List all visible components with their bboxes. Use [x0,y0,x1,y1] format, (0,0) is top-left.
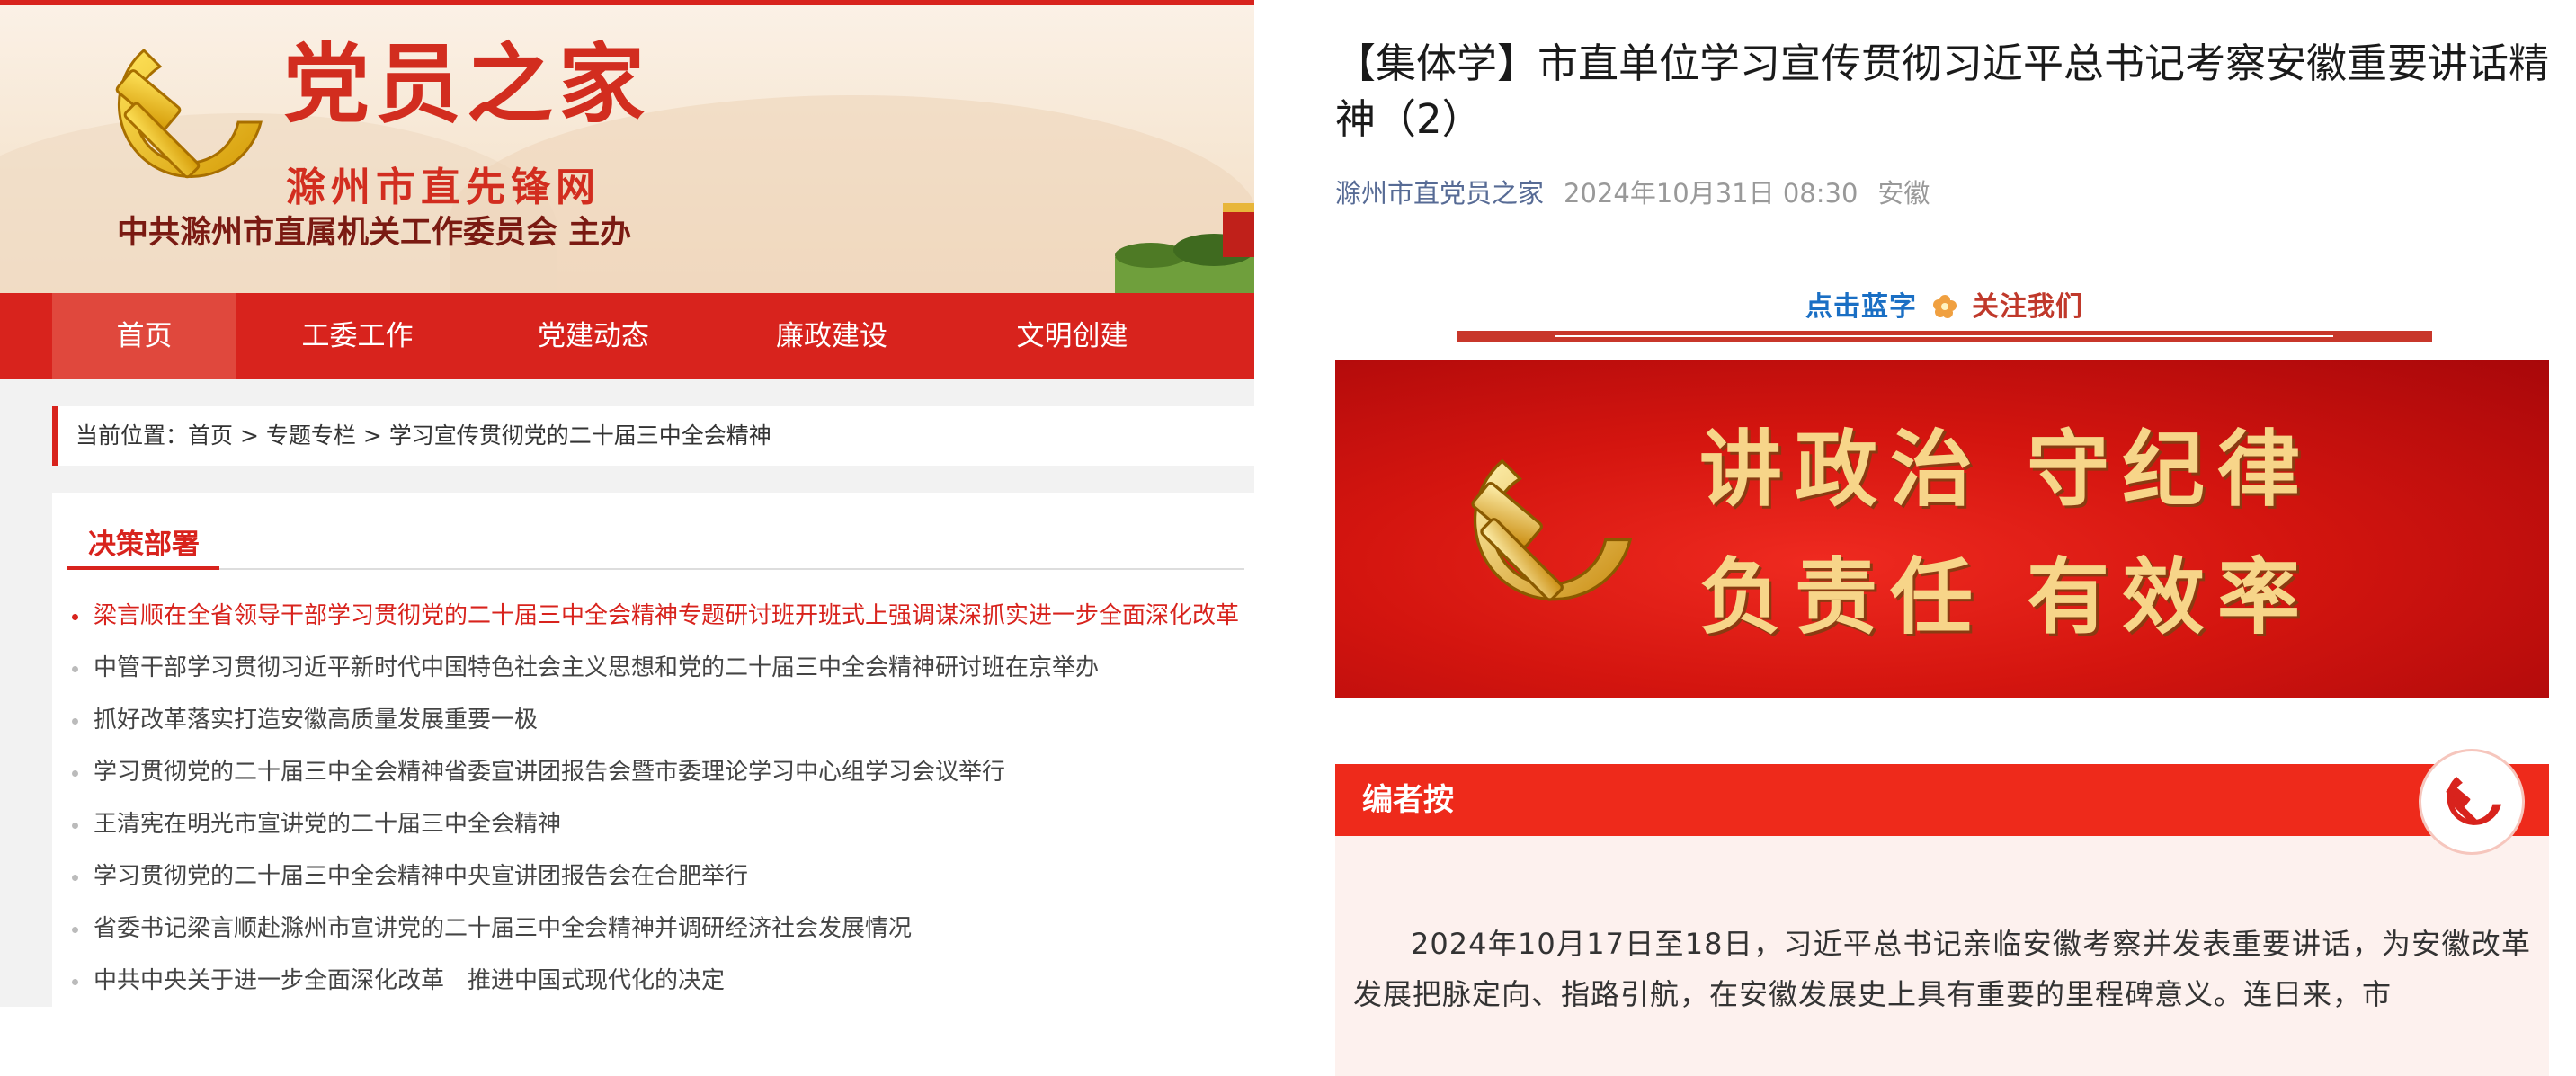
editor-emblem [2421,751,2522,852]
article-title: 【集体学】市直单位学习宣传贯彻习近平总书记考察安徽重要讲话精神（2） [1335,40,2550,143]
breadcrumb-prefix: 当前位置： [76,422,189,449]
hammer-sickle-icon [1471,458,1633,601]
list-item[interactable]: 中管干部学习贯彻习近平新时代中国特色社会主义思想和党的二十届三中全会精神研讨班在… [70,642,1239,694]
nav-item-party-news[interactable]: 党建动态 [504,293,683,379]
news-list-panel: 决策部署 梁言顺在全省领导干部学习贯彻党的二十届三中全会精神专题研讨班开班式上强… [52,493,1254,1007]
list-item[interactable]: 抓好改革落实打造安徽高质量发展重要一极 [70,694,1239,746]
news-list: 梁言顺在全省领导干部学习贯彻党的二十届三中全会精神专题研讨班开班式上强调谋深抓实… [70,590,1239,1007]
left-site-page: 党员之家 滁州市直先锋网 中共滁州市直属机关工作委员会 主办 首页 工委工作 党… [0,0,1254,1007]
nav-item-civilization[interactable]: 文明创建 [980,293,1164,379]
hammer-sickle-icon [2446,776,2501,826]
site-subtitle: 滁州市直先锋网 [286,165,601,210]
editor-note-header: 编者按 [1335,751,2549,852]
breadcrumb-section[interactable]: 专题专栏 [266,422,356,449]
breadcrumb-separator: > [233,422,266,449]
follow-bar-line [1555,335,2333,337]
breadcrumb-separator: > [355,422,389,449]
article-page: 【集体学】市直单位学习宣传贯彻习近平总书记考察安徽重要讲话精神（2） 滁州市直党… [1335,0,2558,1076]
follow-banner[interactable]: 点击蓝字 关注我们 [1457,284,2432,342]
follow-text-part2: 关注我们 [1971,291,2083,323]
article-meta: 滁州市直党员之家 2024年10月31日 08:30 安徽 [1335,173,1949,210]
list-item[interactable]: 梁言顺在全省领导干部学习贯彻党的二十届三中全会精神专题研讨班开班式上强调谋深抓实… [70,590,1239,642]
follow-bar [1457,331,2432,342]
breadcrumb-home[interactable]: 首页 [188,422,233,449]
publish-location: 安徽 [1877,178,1930,209]
follow-text: 点击蓝字 关注我们 [1457,284,2432,324]
breadcrumb-current[interactable]: 学习宣传贯彻党的二十届三中全会精神 [389,422,771,449]
breadcrumb: 当前位置：首页 > 专题专栏 > 学习宣传贯彻党的二十届三中全会精神 [52,406,1254,466]
account-name-link[interactable]: 滁州市直党员之家 [1335,178,1544,209]
site-header: 党员之家 滁州市直先锋网 中共滁州市直属机关工作委员会 主办 [0,0,1254,293]
list-heading: 决策部署 [88,529,200,561]
list-item[interactable]: 中共中央关于进一步全面深化改革 推进中国式现代化的决定 [70,955,1239,1007]
editor-note-label: 编者按 [1362,782,1454,818]
editor-note: 编者按 2024年10月17日至18日，习近平总书记亲临安徽考察并发表重要讲话，… [1335,751,2549,1076]
divider-accent [67,566,219,570]
hammer-sickle-icon [115,48,263,179]
list-item[interactable]: 王清宪在明光市宣讲党的二十届三中全会精神 [70,798,1239,850]
list-item[interactable]: 学习贯彻党的二十届三中全会精神中央宣讲团报告会在合肥举行 [70,850,1239,903]
nav-item-home[interactable]: 首页 [52,293,236,379]
editor-note-text: 2024年10月17日至18日，习近平总书记亲临安徽考察并发表重要讲话，为安徽改… [1353,927,2531,1011]
nav-item-integrity[interactable]: 廉政建设 [742,293,922,379]
scenery-image [1115,203,1254,293]
list-item[interactable]: 学习贯彻党的二十届三中全会精神省委宣讲团报告会暨市委理论学习中心组学习会议举行 [70,746,1239,798]
slogan-line-1: 讲政治 守纪律 [1699,421,2313,518]
list-item[interactable]: 省委书记梁言顺赴滁州市宣讲党的二十届三中全会精神并调研经济社会发展情况 [70,903,1239,955]
nav-item-committee-work[interactable]: 工委工作 [270,293,445,379]
divider [67,568,1244,570]
site-title: 党员之家 [283,33,650,135]
slogan-banner-image: 讲政治 守纪律 负责任 有效率 [1335,360,2549,698]
flower-icon [1932,295,1957,318]
slogan-line-2: 负责任 有效率 [1699,548,2313,645]
follow-text-part1: 点击蓝字 [1805,291,1918,323]
main-nav: 首页 工委工作 党建动态 廉政建设 文明创建 [0,293,1254,379]
site-host: 中共滁州市直属机关工作委员会 主办 [117,214,632,251]
publish-datetime: 2024年10月31日 08:30 [1564,178,1858,209]
